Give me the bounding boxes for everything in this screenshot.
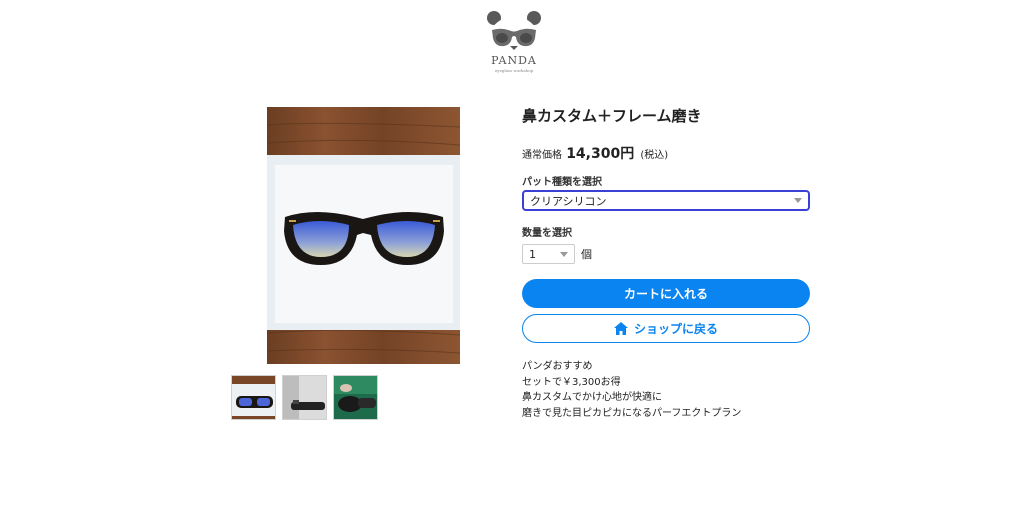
pad-type-value: クリアシリコン bbox=[530, 194, 607, 208]
tax-note: (税込) bbox=[640, 150, 669, 161]
pad-select-label: パット種類を選択 bbox=[522, 177, 602, 188]
thumbnail-3[interactable] bbox=[333, 375, 378, 420]
shop-logo[interactable]: PANDA eyeglass workshop bbox=[482, 10, 546, 73]
description-line: パンダおすすめ bbox=[522, 361, 593, 372]
chevron-down-icon bbox=[560, 251, 568, 257]
panda-logo-icon bbox=[487, 11, 541, 51]
product-price: 14,300円 bbox=[566, 146, 635, 162]
thumbnail-2[interactable] bbox=[282, 375, 327, 420]
home-icon bbox=[613, 322, 628, 335]
product-info: 鼻カスタム＋フレーム磨き 通常価格 14,300円 (税込) パット種類を選択 … bbox=[522, 104, 810, 421]
description-line: 磨きで見た目ピカピカになるパーフエクトプラン bbox=[522, 407, 742, 419]
add-to-cart-label: カートに入れる bbox=[623, 287, 708, 301]
chevron-down-icon bbox=[794, 198, 802, 203]
quantity-row: 1 個 bbox=[522, 244, 810, 264]
product-description: パンダおすすめ セットで￥3,300お得 鼻カスタムでかけ心地が快適に 磨きで見… bbox=[522, 359, 810, 421]
price-prefix: 通常価格 bbox=[522, 150, 562, 161]
back-to-shop-button[interactable]: ショップに戻る bbox=[522, 314, 810, 343]
description-line: 鼻カスタムでかけ心地が快適に bbox=[522, 392, 662, 403]
product-main-image[interactable] bbox=[267, 107, 460, 364]
price-row: 通常価格 14,300円 (税込) bbox=[522, 144, 810, 164]
product-page: PANDA eyeglass workshop 鼻カスタム＋フレーム磨き 通常価… bbox=[0, 0, 1024, 515]
quantity-select[interactable]: 1 bbox=[522, 244, 575, 264]
description-line: セットで￥3,300お得 bbox=[522, 376, 621, 388]
logo-subtitle: eyeglass workshop bbox=[494, 68, 534, 73]
quantity-value: 1 bbox=[529, 247, 536, 261]
logo-name: PANDA bbox=[491, 54, 537, 67]
pad-type-select[interactable]: クリアシリコン bbox=[522, 190, 810, 211]
thumbnail-list bbox=[231, 375, 378, 420]
add-to-cart-button[interactable]: カートに入れる bbox=[522, 279, 810, 308]
quantity-label: 数量を選択 bbox=[522, 228, 572, 239]
product-title: 鼻カスタム＋フレーム磨き bbox=[522, 107, 702, 125]
thumbnail-1[interactable] bbox=[231, 375, 276, 420]
back-to-shop-label: ショップに戻る bbox=[633, 322, 718, 336]
quantity-unit: 個 bbox=[581, 248, 592, 261]
